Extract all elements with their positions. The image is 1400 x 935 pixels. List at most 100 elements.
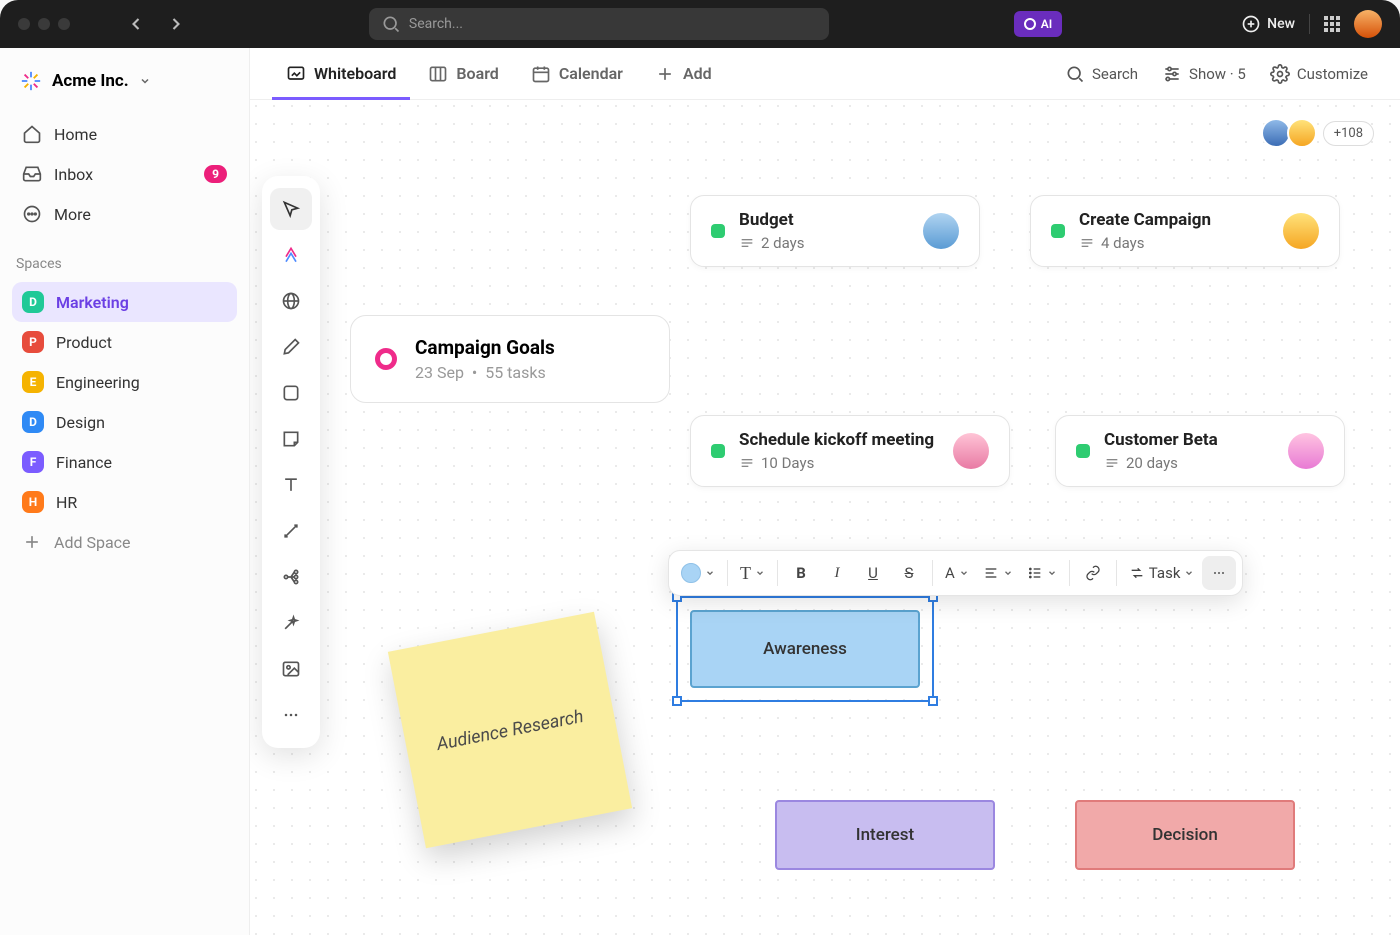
tool-shape[interactable] — [270, 372, 312, 414]
nav-home[interactable]: Home — [12, 114, 237, 154]
card-campaign-goals[interactable]: Campaign Goals 23 Sep • 55 tasks — [350, 315, 670, 403]
assignee-avatar[interactable] — [1283, 213, 1319, 249]
flow-awareness[interactable]: Awareness — [690, 610, 920, 688]
search-icon — [1065, 64, 1085, 84]
chevron-down-icon — [1184, 568, 1194, 578]
list-button[interactable] — [1021, 556, 1063, 590]
ai-button[interactable]: AI — [1014, 11, 1062, 37]
fill-color-button[interactable] — [675, 556, 721, 590]
workspace-switcher[interactable]: Acme Inc. — [12, 64, 237, 98]
status-ring-icon — [375, 348, 397, 370]
text-color-button[interactable]: A — [939, 556, 975, 590]
tool-magic[interactable] — [270, 602, 312, 644]
nav-more[interactable]: More — [12, 194, 237, 234]
space-marketing[interactable]: D Marketing — [12, 282, 237, 322]
tab-calendar[interactable]: Calendar — [517, 48, 637, 99]
plus-icon — [22, 532, 42, 552]
global-search[interactable]: Search... — [369, 8, 829, 40]
view-tabs: Whiteboard Board Calendar Add Search S — [250, 48, 1400, 100]
tool-web[interactable] — [270, 280, 312, 322]
link-icon — [1085, 565, 1101, 581]
main: Whiteboard Board Calendar Add Search S — [250, 48, 1400, 935]
assignee-avatar[interactable] — [923, 213, 959, 249]
assignee-avatar[interactable] — [1288, 433, 1324, 469]
titlebar: Search... AI New — [0, 0, 1400, 48]
card-customer-beta[interactable]: Customer Beta 20 days — [1055, 415, 1345, 487]
window-controls[interactable] — [18, 18, 70, 30]
status-dot-icon — [1051, 224, 1065, 238]
new-button[interactable]: New — [1241, 14, 1295, 34]
nav-inbox[interactable]: Inbox 9 — [12, 154, 237, 194]
nav-forward-button[interactable] — [162, 10, 190, 38]
space-icon: E — [22, 371, 44, 393]
space-product[interactable]: P Product — [12, 322, 237, 362]
chevron-down-icon — [1047, 568, 1057, 578]
tool-mindmap[interactable] — [270, 556, 312, 598]
flow-decision[interactable]: Decision — [1075, 800, 1295, 870]
font-button[interactable]: T — [734, 556, 771, 590]
card-create-campaign[interactable]: Create Campaign 4 days — [1030, 195, 1340, 267]
sidebar: Acme Inc. Home Inbox 9 More Spaces D Mar… — [0, 48, 250, 935]
tool-text[interactable] — [270, 464, 312, 506]
status-dot-icon — [1076, 444, 1090, 458]
lines-icon — [1079, 235, 1095, 251]
space-icon: D — [22, 291, 44, 313]
chevron-down-icon — [755, 568, 765, 578]
nav-back-button[interactable] — [122, 10, 150, 38]
tool-palette — [262, 176, 320, 748]
flow-interest[interactable]: Interest — [775, 800, 995, 870]
calendar-icon — [531, 64, 551, 84]
italic-button[interactable]: I — [820, 556, 854, 590]
sticky-note[interactable]: Audience Research — [388, 612, 632, 848]
presence-bar: +108 — [1271, 118, 1374, 148]
align-button[interactable] — [977, 556, 1019, 590]
space-hr[interactable]: H HR — [12, 482, 237, 522]
toolbar-more-button[interactable] — [1202, 556, 1236, 590]
space-finance[interactable]: F Finance — [12, 442, 237, 482]
tool-more[interactable] — [270, 694, 312, 736]
space-icon: H — [22, 491, 44, 513]
tool-ai[interactable] — [270, 234, 312, 276]
ai-icon — [1024, 18, 1036, 30]
color-swatch-icon — [681, 563, 701, 583]
add-space-button[interactable]: Add Space — [12, 522, 237, 562]
spaces-section-label: Spaces — [16, 256, 233, 272]
card-schedule-kickoff[interactable]: Schedule kickoff meeting 10 Days — [690, 415, 1010, 487]
tool-connector[interactable] — [270, 510, 312, 552]
space-icon: F — [22, 451, 44, 473]
lines-icon — [739, 455, 755, 471]
whiteboard-canvas[interactable]: +108 — [250, 100, 1400, 935]
tab-add[interactable]: Add — [641, 48, 726, 99]
view-show-button[interactable]: Show · 5 — [1152, 64, 1256, 84]
view-search-button[interactable]: Search — [1055, 64, 1148, 84]
space-icon: D — [22, 411, 44, 433]
chevron-down-icon — [705, 568, 715, 578]
strikethrough-button[interactable]: S — [892, 556, 926, 590]
tool-pen[interactable] — [270, 326, 312, 368]
underline-button[interactable]: U — [856, 556, 890, 590]
card-budget[interactable]: Budget 2 days — [690, 195, 980, 267]
tab-whiteboard[interactable]: Whiteboard — [272, 48, 410, 99]
convert-task-button[interactable]: Task — [1123, 556, 1201, 590]
tool-image[interactable] — [270, 648, 312, 690]
presence-avatar[interactable] — [1287, 118, 1317, 148]
tool-sticky[interactable] — [270, 418, 312, 460]
space-design[interactable]: D Design — [12, 402, 237, 442]
apps-menu-icon[interactable] — [1324, 16, 1340, 32]
search-placeholder: Search... — [409, 16, 463, 32]
presence-more[interactable]: +108 — [1323, 121, 1374, 146]
bold-button[interactable]: B — [784, 556, 818, 590]
chevron-down-icon — [959, 568, 969, 578]
tab-board[interactable]: Board — [414, 48, 512, 99]
assignee-avatar[interactable] — [953, 433, 989, 469]
space-engineering[interactable]: E Engineering — [12, 362, 237, 402]
inbox-icon — [22, 164, 42, 184]
whiteboard-icon — [286, 64, 306, 84]
board-icon — [428, 64, 448, 84]
more-icon — [22, 204, 42, 224]
tool-select[interactable] — [270, 188, 312, 230]
link-button[interactable] — [1076, 556, 1110, 590]
user-avatar[interactable] — [1354, 10, 1382, 38]
view-customize-button[interactable]: Customize — [1260, 64, 1378, 84]
plus-icon — [655, 64, 675, 84]
